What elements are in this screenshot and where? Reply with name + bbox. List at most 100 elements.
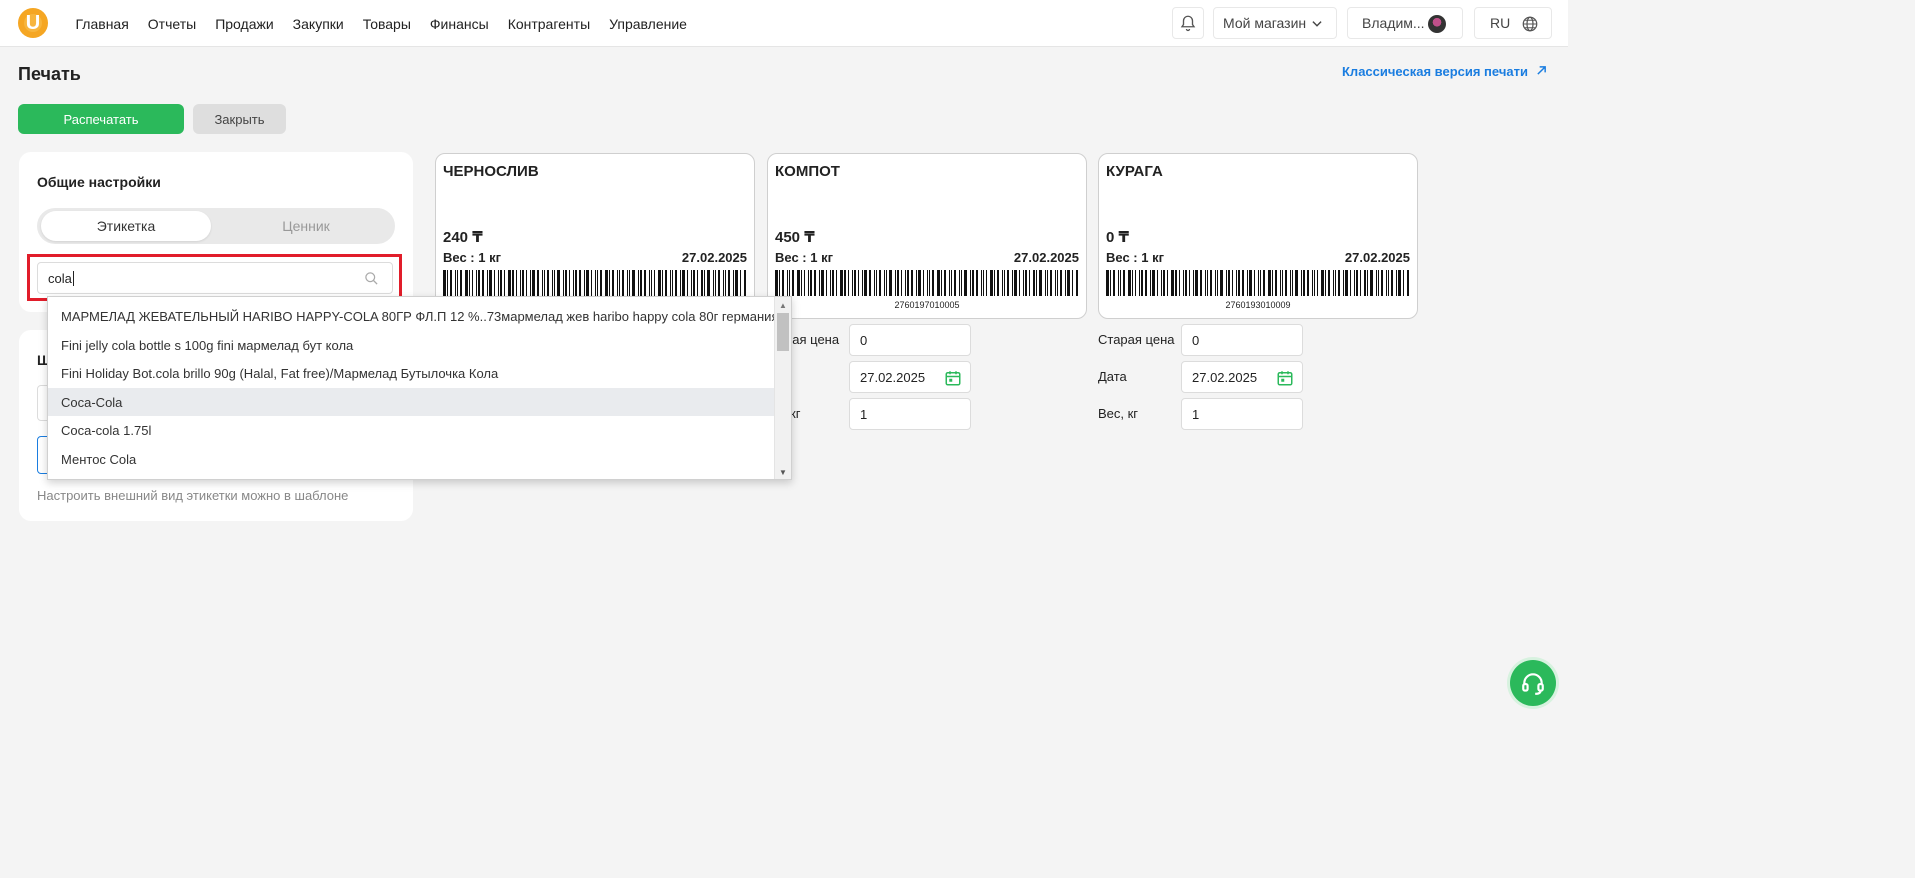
weight-input[interactable]: 1 (1181, 398, 1303, 430)
barcode-bar (1065, 270, 1066, 296)
barcode-bar (1226, 270, 1227, 296)
barcode-bar (983, 270, 984, 296)
scrollbar-thumb[interactable] (777, 313, 789, 351)
page-title: Печать (18, 64, 81, 84)
barcode-bar (1210, 270, 1212, 296)
barcode-bar (1014, 270, 1017, 296)
dropdown-option[interactable]: Fini Holiday Bot.cola brillo 90g (Halal,… (48, 359, 775, 387)
product-search-input[interactable]: cola (37, 262, 393, 294)
barcode-bar (1195, 270, 1198, 296)
barcode-bar (1171, 270, 1174, 296)
barcode-bar (1228, 270, 1230, 296)
barcode-bar (508, 270, 511, 296)
barcode-bar (852, 270, 853, 296)
barcode-bar (482, 270, 484, 296)
dropdown-option[interactable]: МАРМЕЛАД ЖЕВАТЕЛЬНЫЙ HARIBO HAPPY-COLA 8… (48, 302, 778, 330)
barcode-bar (918, 270, 921, 296)
barcode-bar (830, 270, 831, 296)
barcode-bar (844, 270, 846, 296)
barcode-bar (787, 270, 788, 296)
barcode-bar (1328, 270, 1330, 296)
support-chat-button[interactable] (1510, 660, 1556, 706)
dropdown-option-hovered[interactable]: Coca-Cola (48, 388, 775, 416)
barcode-bar (1047, 270, 1048, 296)
barcode-bar (487, 270, 488, 296)
nav-item-finance[interactable]: Финансы (420, 16, 498, 32)
barcode-bar (1396, 270, 1397, 296)
close-button[interactable]: Закрыть (193, 104, 286, 134)
dropdown-option[interactable]: Coca-cola 1.75l (48, 416, 775, 444)
barcode-bar (1113, 270, 1115, 296)
barcode-bar (884, 270, 885, 296)
print-button[interactable]: Распечатать (18, 104, 184, 134)
tab-label[interactable]: Этикетка (41, 211, 211, 241)
barcode-bar (804, 270, 805, 296)
nav-item-reports[interactable]: Отчеты (138, 16, 205, 32)
nav-item-home[interactable]: Главная (66, 16, 138, 32)
language-selector[interactable]: RU (1474, 7, 1552, 39)
barcode-bar (1290, 270, 1291, 296)
calendar-icon[interactable] (1276, 369, 1294, 387)
classic-print-link[interactable]: Классическая версия печати (1342, 64, 1547, 79)
barcode-bar (1163, 270, 1165, 296)
date-input[interactable]: 27.02.2025 (849, 361, 971, 393)
barcode-bar (1249, 270, 1252, 296)
old-price-input[interactable]: 0 (849, 324, 971, 356)
scroll-down-arrow-icon[interactable]: ▼ (779, 468, 787, 477)
barcode-bar (632, 270, 635, 296)
label-date: 27.02.2025 (1013, 250, 1079, 265)
barcode-bar (1376, 270, 1377, 296)
barcode-bar (905, 270, 906, 296)
chevron-down-icon (1312, 21, 1322, 27)
external-arrow-icon (1536, 66, 1546, 75)
barcode-bar (1055, 270, 1056, 296)
barcode-bar (658, 270, 661, 296)
barcode-bar (990, 270, 993, 296)
date-input[interactable]: 27.02.2025 (1181, 361, 1303, 393)
barcode-bar (627, 270, 628, 296)
user-menu-button[interactable]: Владим... (1347, 7, 1463, 39)
nav-item-counterparties[interactable]: Контрагенты (498, 16, 599, 32)
store-selector[interactable]: Мой магазин (1213, 7, 1337, 39)
barcode-bar (701, 270, 703, 296)
tab-price-tag[interactable]: Ценник (221, 211, 391, 241)
nav-item-purchases[interactable]: Закупки (283, 16, 353, 32)
barcode-bar (1254, 270, 1255, 296)
barcode-bar (821, 270, 824, 296)
barcode-bar (537, 270, 539, 296)
barcode-bar (704, 270, 705, 296)
scroll-up-arrow-icon[interactable]: ▲ (779, 301, 787, 310)
barcode-bar (718, 270, 720, 296)
barcode-bar (1386, 270, 1387, 296)
barcode-number: 2760197010005 (894, 300, 960, 310)
nav-item-products[interactable]: Товары (353, 16, 420, 32)
barcode-bar (808, 270, 809, 296)
barcode-bar (489, 270, 492, 296)
barcode-bar (465, 270, 468, 296)
barcode-bar (789, 270, 790, 296)
dropdown-option[interactable]: Fini jelly cola bottle s 100g fini марме… (48, 331, 775, 359)
barcode-bar (1007, 270, 1009, 296)
barcode-bar (579, 270, 581, 296)
top-navigation-bar: U Главная Отчеты Продажи Закупки Товары … (0, 0, 1568, 47)
barcode-bar (1345, 270, 1348, 296)
dropdown-scrollbar[interactable]: ▲ ▼ (774, 297, 791, 479)
barcode-bar (552, 270, 553, 296)
date-input-value: 27.02.2025 (860, 369, 926, 385)
notifications-button[interactable] (1172, 7, 1204, 39)
weight-input[interactable]: 1 (849, 398, 971, 430)
nav-item-sales[interactable]: Продажи (206, 16, 283, 32)
nav-item-management[interactable]: Управление (600, 16, 697, 32)
barcode-bar (1367, 270, 1368, 296)
barcode-bar (662, 270, 663, 296)
date-input-value: 27.02.2025 (1192, 369, 1258, 385)
old-price-input[interactable]: 0 (1181, 324, 1303, 356)
barcode-bar (1025, 270, 1027, 296)
calendar-icon[interactable] (944, 369, 962, 387)
app-logo[interactable]: U (18, 8, 48, 38)
barcode-bar (1072, 270, 1073, 296)
barcode-bar (1407, 270, 1409, 296)
barcode-bar (1325, 270, 1326, 296)
label-preview-2: КОМПОТ 450 ₸ Вес : 1 кг 27.02.2025 27601… (767, 153, 1087, 319)
dropdown-option[interactable]: Ментос Cola (48, 445, 775, 473)
